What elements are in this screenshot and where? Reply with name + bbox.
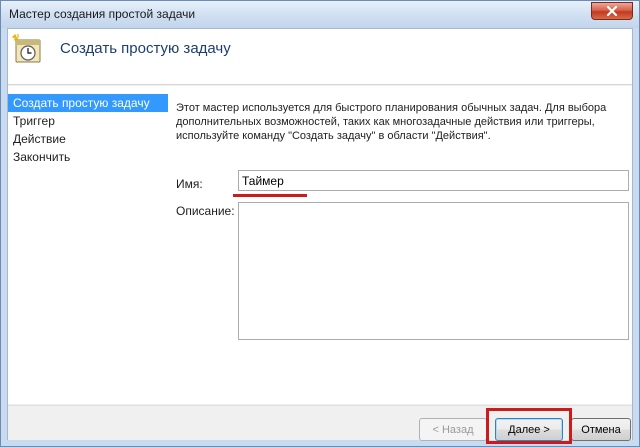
window-title: Мастер создания простой задачи xyxy=(9,7,196,21)
step-create-task[interactable]: Создать простую задачу xyxy=(8,94,168,112)
page-title: Создать простую задачу xyxy=(60,40,231,57)
name-input[interactable] xyxy=(238,170,629,191)
description-line: используйте команду "Создать задачу" в о… xyxy=(176,130,491,142)
wizard-footer: < Назад Далее > Отмена xyxy=(8,405,632,444)
scheduler-clock-icon xyxy=(12,33,41,63)
description-line: дополнительных возможностей, таких как м… xyxy=(176,116,595,128)
step-action[interactable]: Действие xyxy=(8,130,168,148)
name-label: Имя: xyxy=(176,177,203,191)
close-icon xyxy=(606,6,618,16)
description-label: Описание: xyxy=(176,204,235,218)
wizard-content: Создать простую задачу Создать простую з… xyxy=(7,28,633,444)
wizard-window: Мастер создания простой задачи Создать п… xyxy=(0,0,640,447)
title-bar[interactable]: Мастер создания простой задачи xyxy=(1,1,639,28)
description-textarea[interactable] xyxy=(238,202,629,340)
back-button[interactable]: < Назад xyxy=(419,418,487,441)
annotation-highlight-box xyxy=(486,408,572,444)
step-finish[interactable]: Закончить xyxy=(8,148,168,166)
cancel-button[interactable]: Отмена xyxy=(571,418,631,441)
close-button[interactable] xyxy=(591,2,633,20)
step-trigger[interactable]: Триггер xyxy=(8,112,168,130)
wizard-body: Создать простую задачу Триггер Действие … xyxy=(8,86,632,404)
annotation-underline xyxy=(233,194,307,197)
wizard-description: Этот мастер используется для быстрого пл… xyxy=(176,101,626,143)
wizard-header: Создать простую задачу xyxy=(8,29,632,85)
description-line: Этот мастер используется для быстрого пл… xyxy=(176,102,607,114)
wizard-steps: Создать простую задачу Триггер Действие … xyxy=(8,94,168,166)
